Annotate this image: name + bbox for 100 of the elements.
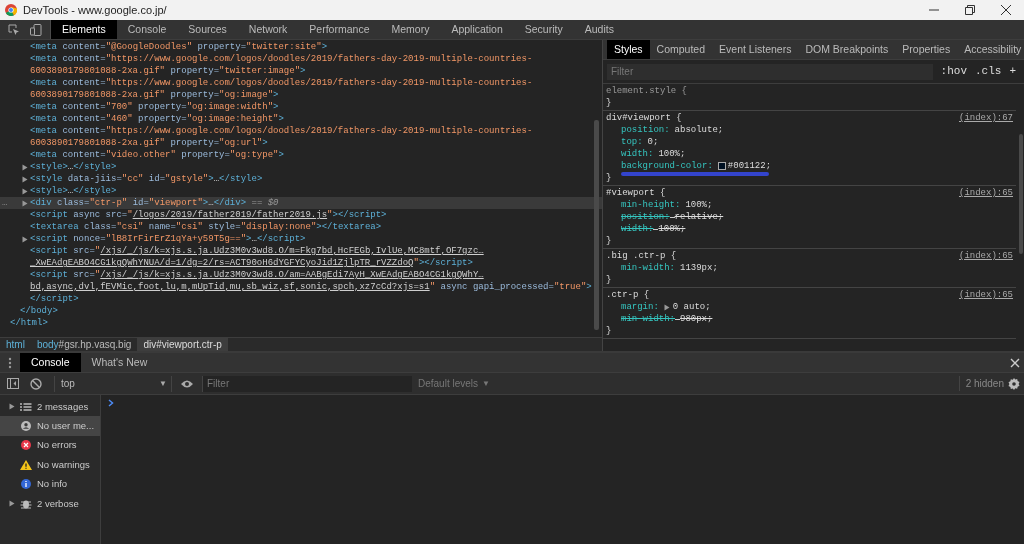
code-line: <meta content="700" property="og:image:width"> (30, 101, 279, 113)
code-line: <meta content="video.other" property="og:type"> (30, 149, 284, 161)
code-line: <div class="ctr-p" id="viewport">…</div> == $0 (30, 197, 279, 209)
sidebar-item[interactable]: No warnings (0, 455, 100, 475)
property-value: 0; (647, 136, 659, 148)
expand-arrow-icon[interactable] (663, 303, 670, 311)
expand-arrow-icon[interactable] (9, 403, 15, 410)
property-value: #001122; (727, 160, 772, 172)
tab[interactable]: Elements (51, 20, 117, 39)
css-selector: div#viewport { (606, 112, 682, 124)
code-line: <textarea class="csi" name="csi" style="display:none"></textarea> (30, 221, 382, 233)
restore-icon[interactable] (965, 5, 975, 15)
css-selector: .big .ctr-p { (606, 250, 677, 262)
expand-arrow-icon[interactable] (22, 176, 28, 183)
tab[interactable]: Performance (298, 20, 381, 39)
code-line: </html> (10, 317, 48, 329)
expand-arrow-icon[interactable] (9, 499, 15, 507)
css-selector: #viewport { (606, 187, 666, 199)
code-line: _XwEAdgEABO4CG1kgQWhYNUA/d=1/dg=2/rs=ACT90oH6dYGFYCyoJid1ZjlpTR_rVZZdoQ"></script> (30, 257, 473, 269)
code-line: </body> (20, 305, 58, 317)
tab[interactable]: What's New (80, 353, 159, 372)
eye-icon[interactable] (180, 378, 194, 389)
property-name: min-height: (621, 199, 681, 211)
sidebar-item[interactable]: No info (0, 474, 100, 494)
sidebar-item[interactable]: No errors (0, 435, 100, 456)
toolbar-button[interactable]: + (1009, 66, 1016, 77)
expand-arrow-icon[interactable] (22, 236, 28, 243)
css-selector: .ctr-p { (606, 289, 650, 301)
code-line: 6003890179801088-2xa.gif" property="og:image"> (30, 89, 279, 101)
tab[interactable]: Styles (607, 40, 650, 59)
code-line: </script> (30, 293, 79, 305)
property-name: min-width: (621, 313, 675, 325)
warning-icon (20, 459, 32, 470)
code-line: <style>…</style> (30, 161, 117, 173)
code-line: <script src="/xjs/_/js/k=xjs.s.ja.Udz3M0v3wd8.O/am=AABgEdi7AyH_XwEAdgEABO4CG1kgQWhY… (30, 269, 484, 281)
chrome-logo-icon (5, 4, 17, 16)
context-dropdown[interactable]: top ▼ (54, 375, 172, 392)
sidebar-item[interactable]: 2 verbose (0, 493, 100, 514)
clear-icon[interactable] (30, 377, 42, 390)
breadcrumb[interactable]: div#viewport.ctr-p (137, 338, 228, 351)
more-options-icon[interactable] (8, 356, 12, 369)
device-icon[interactable] (30, 23, 42, 36)
property-value: 1139px; (680, 262, 718, 274)
property-name: width: (621, 223, 654, 235)
tab[interactable]: Application (440, 20, 514, 39)
code-line: <meta content="https://www.google.com/logos/doodles/2019/fathers-day-2019-multiple-countries- (30, 125, 533, 137)
source-link[interactable]: (index):65 (959, 250, 1013, 262)
sidebar-toggle-icon[interactable] (7, 378, 19, 389)
breadcrumb[interactable]: html (0, 338, 31, 351)
property-name: width: (621, 148, 654, 160)
code-line: <script nonce="lB8IrFirErZ1qYa+y59T5g==">…</script> (30, 233, 306, 245)
sidebar-item[interactable]: 2 messages (0, 397, 100, 417)
tab[interactable]: Memory (380, 20, 441, 39)
tab[interactable]: Properties (895, 40, 958, 59)
source-link[interactable]: (index):65 (959, 187, 1013, 199)
code-line: <meta content="460" property="og:image:height"> (30, 113, 284, 125)
toolbar-button[interactable]: .cls (975, 66, 1002, 77)
tab[interactable]: DOM Breakpoints (798, 40, 896, 59)
code-line: <style data-jiis="cc" id="gstyle">…</style> (30, 173, 263, 185)
scrollbar-thumb[interactable] (1019, 134, 1023, 254)
window-title: DevTools - www.google.co.jp/ (23, 2, 167, 18)
closing-brace: } (606, 97, 613, 109)
tab[interactable]: Network (237, 20, 299, 39)
property-value: 0 auto; (672, 301, 711, 313)
scrollbar-thumb[interactable] (594, 120, 599, 330)
tab[interactable]: Security (513, 20, 574, 39)
close-icon[interactable] (1001, 5, 1011, 15)
toolbar-button[interactable]: :hov (940, 66, 967, 77)
property-name: margin: (621, 301, 659, 313)
inspect-icon[interactable] (8, 23, 20, 36)
list-icon (20, 401, 32, 412)
expand-arrow-icon[interactable] (22, 188, 28, 195)
expand-arrow-icon[interactable] (22, 164, 28, 171)
expand-arrow-icon[interactable] (22, 200, 28, 207)
property-value: absolute; (674, 124, 724, 136)
caret-icon: ▼ (482, 377, 490, 390)
code-line: <meta content="@GoogleDoodles" property="twitter:site"> (30, 41, 328, 53)
filter-field[interactable]: Filter (607, 63, 933, 80)
breadcrumb[interactable]: body#gsr.hp.vasq.big (30, 338, 138, 351)
code-line: <meta content="https://www.google.com/logos/doodles/2019/fathers-day-2019-multiple-countries- (30, 53, 533, 65)
css-selector: element.style { (606, 85, 687, 97)
source-link[interactable]: (index):67 (959, 112, 1013, 124)
tab[interactable]: Sources (177, 20, 238, 39)
tab[interactable]: Console (20, 353, 81, 372)
property-value: 100%; (685, 199, 713, 211)
tab[interactable]: Accessibility (957, 40, 1024, 59)
filter-field[interactable]: Filter (202, 375, 412, 392)
info-icon (20, 479, 32, 490)
prompt-chevron-icon (108, 399, 114, 407)
tab[interactable]: Console (116, 20, 178, 39)
source-link[interactable]: (index):65 (959, 289, 1013, 301)
property-value: 980px; (680, 313, 713, 325)
sidebar-item[interactable]: No user me... (0, 416, 100, 436)
property-value: 100%; (658, 223, 686, 235)
settings-icon[interactable] (1008, 377, 1020, 390)
tab[interactable]: Computed (649, 40, 713, 59)
color-swatch[interactable] (717, 162, 726, 170)
tab[interactable]: Audits (573, 20, 625, 39)
property-name: top: (621, 136, 643, 148)
tab[interactable]: Event Listeners (712, 40, 799, 59)
